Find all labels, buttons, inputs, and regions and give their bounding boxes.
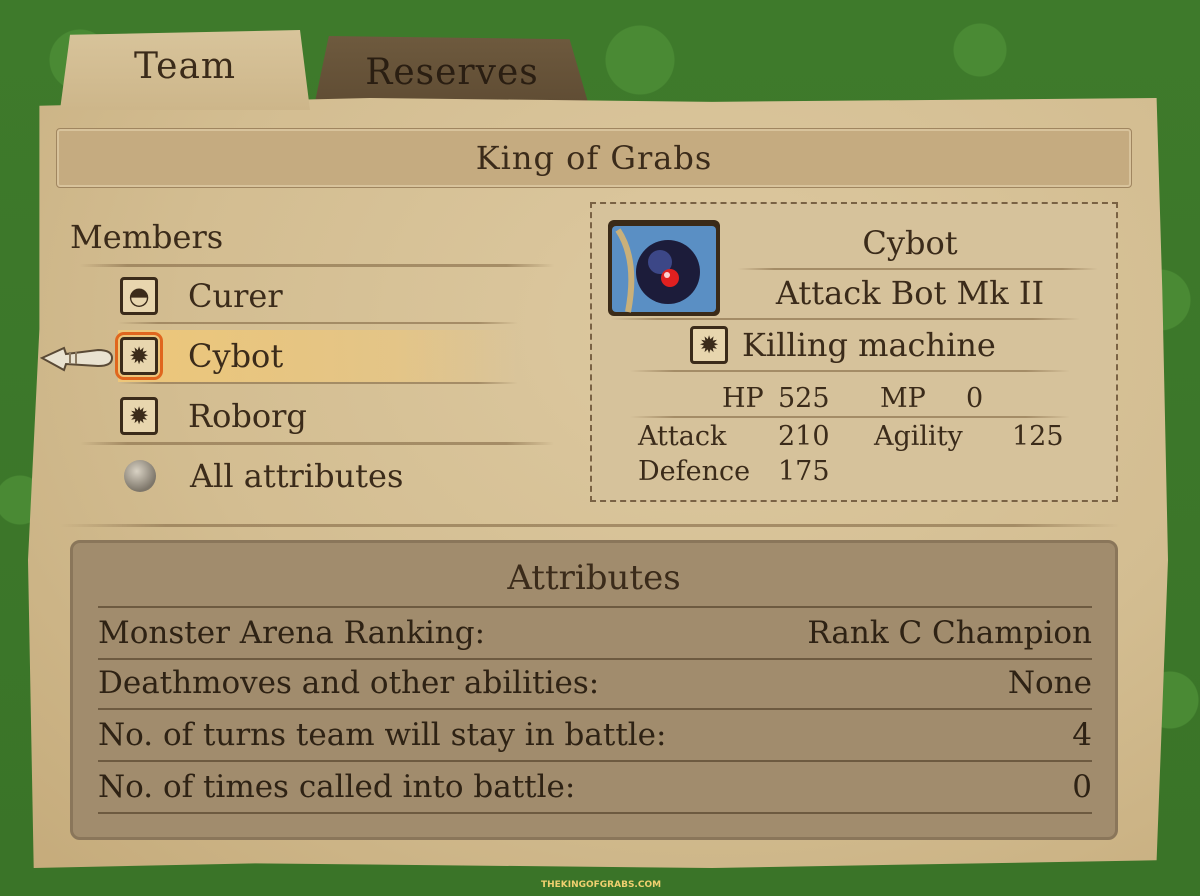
members-heading: Members (70, 218, 224, 256)
attribute-label: Monster Arena Ranking: (98, 615, 486, 651)
mp-value: 0 (966, 383, 984, 414)
monster-family: ✹ Killing machine (690, 326, 996, 364)
attribute-row-deathmoves: Deathmoves and other abilities: None (98, 658, 1092, 710)
attribute-value: 0 (1072, 769, 1092, 805)
member-name: Roborg (188, 397, 307, 435)
team-name: King of Grabs (475, 139, 713, 177)
machine-family-icon: ✹ (115, 332, 163, 380)
orb-icon (124, 460, 156, 492)
member-name: Curer (188, 277, 283, 315)
divider (80, 264, 554, 267)
monster-name: Cybot (862, 224, 958, 262)
member-roborg[interactable]: ✹ Roborg (118, 390, 518, 442)
divider (118, 322, 518, 324)
attack-label: Attack (638, 421, 727, 452)
member-name: Cybot (188, 337, 284, 375)
monster-portrait (608, 220, 720, 316)
watermark-logo: THEKINGOFGRABS.COM (541, 866, 661, 890)
defence-label: Defence (638, 456, 751, 487)
member-curer[interactable]: ◓ Curer (118, 270, 518, 322)
attribute-label: Deathmoves and other abilities: (98, 665, 600, 701)
all-attributes-option[interactable]: All attributes (118, 450, 518, 502)
attribute-row-arena-ranking: Monster Arena Ranking: Rank C Champion (98, 606, 1092, 660)
divider (80, 442, 554, 445)
team-name-bar: King of Grabs (56, 128, 1132, 188)
monster-family-label: Killing machine (742, 326, 996, 364)
divider (738, 268, 1098, 270)
divider (60, 524, 1120, 527)
attack-value: 210 (778, 421, 830, 452)
divider (630, 416, 1070, 418)
machine-family-icon: ✹ (120, 397, 158, 435)
hp-label: HP (722, 383, 764, 414)
cybot-portrait-icon (612, 226, 716, 313)
slime-family-icon: ◓ (120, 277, 158, 315)
agility-value: 125 (1012, 421, 1064, 452)
monster-species: Attack Bot Mk II (775, 274, 1045, 312)
agility-label: Agility (874, 421, 963, 452)
hp-value: 525 (778, 383, 830, 414)
attributes-title: Attributes (507, 558, 681, 598)
watermark-text: THEKINGOFGRABS.COM (540, 880, 662, 890)
divider (610, 318, 1080, 320)
attribute-value: 4 (1072, 717, 1092, 753)
tab-team[interactable]: Team (60, 30, 310, 110)
attribute-value: Rank C Champion (807, 615, 1092, 651)
defence-value: 175 (778, 456, 830, 487)
mp-label: MP (880, 383, 926, 414)
attribute-row-turns: No. of turns team will stay in battle: 4 (98, 710, 1092, 762)
attribute-label: No. of times called into battle: (98, 769, 576, 805)
all-attributes-label: All attributes (190, 457, 404, 495)
divider (118, 382, 518, 384)
machine-family-icon: ✹ (690, 326, 728, 364)
member-cybot[interactable]: ✹ Cybot (115, 330, 518, 382)
hand-pointer-icon (40, 346, 114, 372)
attribute-row-times-called: No. of times called into battle: 0 (98, 762, 1092, 814)
attribute-label: No. of turns team will stay in battle: (98, 717, 667, 753)
divider (630, 370, 1070, 372)
attribute-value: None (1007, 665, 1092, 701)
